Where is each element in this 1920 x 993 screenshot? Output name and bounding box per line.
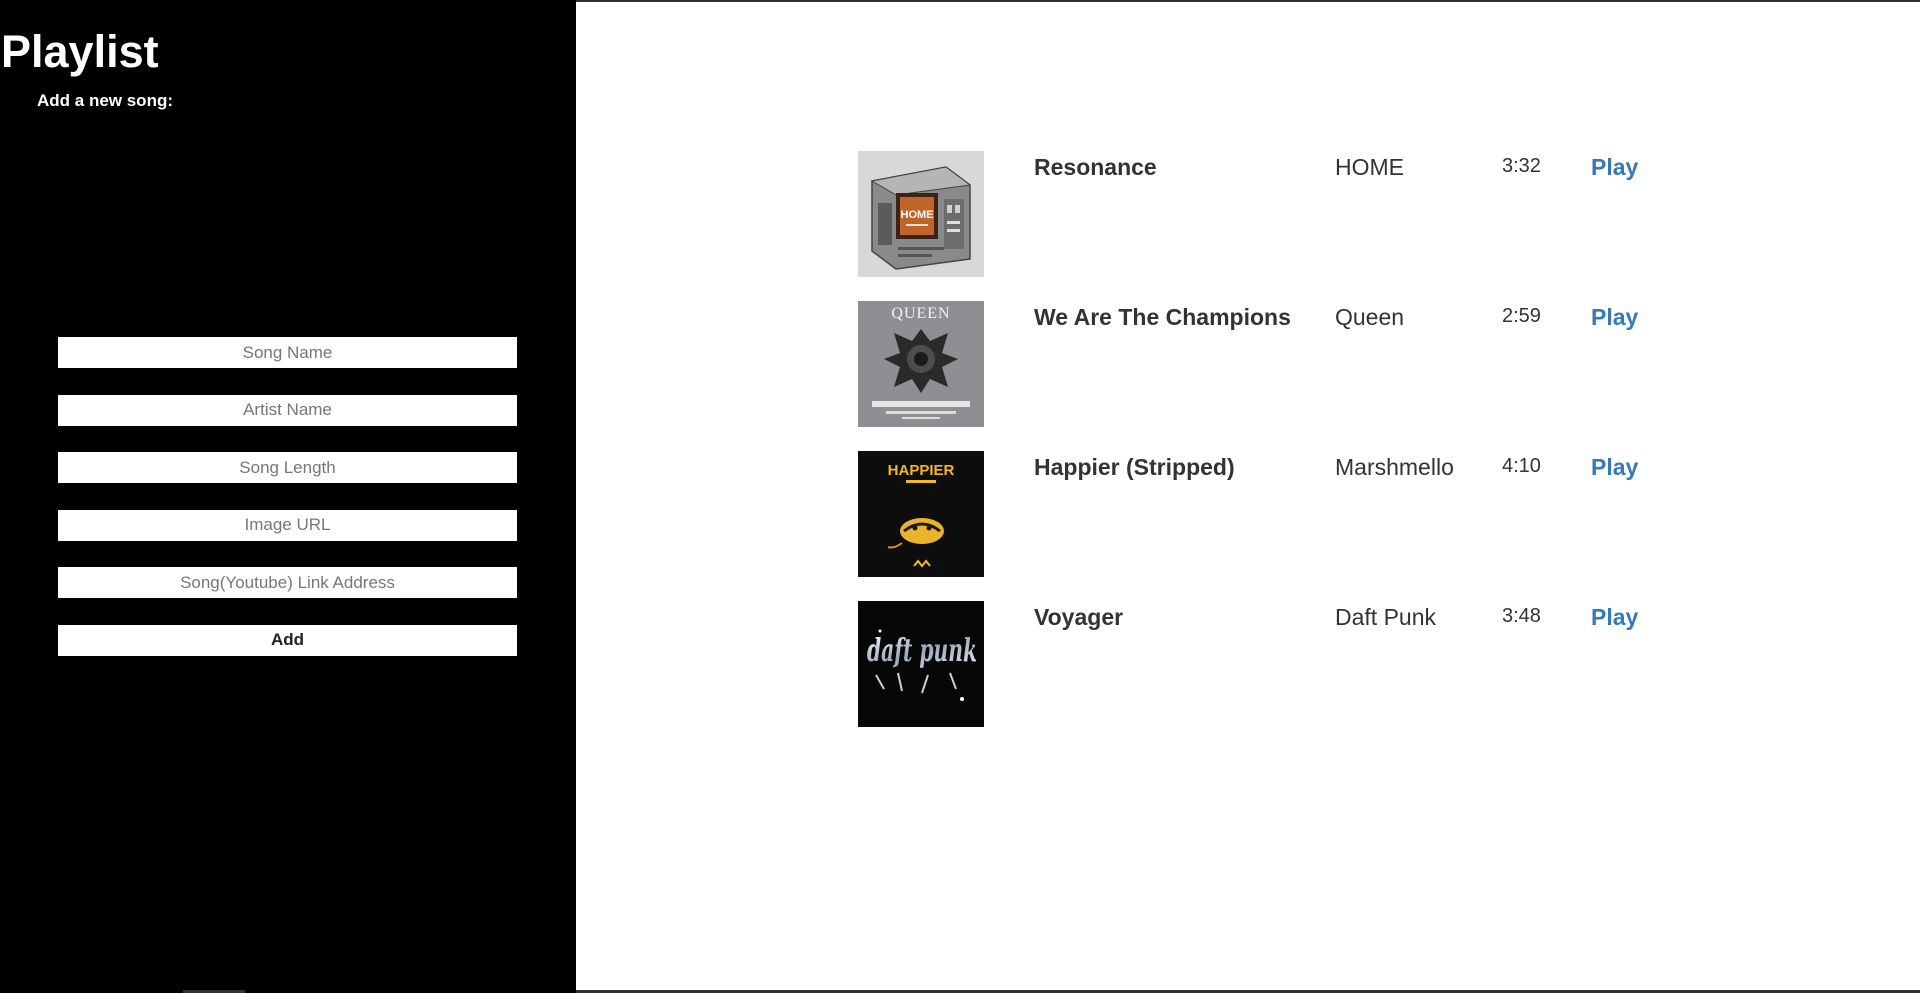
play-link[interactable]: Play [1591, 604, 1638, 631]
album-cover-image: HOME [858, 151, 984, 277]
song-row: daft punk Voyager Daft Punk 3:48 Play [858, 601, 1658, 751]
song-title: We Are The Champions [1034, 304, 1291, 330]
song-artist: HOME [1335, 154, 1404, 180]
song-length-input[interactable] [57, 451, 518, 484]
song-artist: Daft Punk [1335, 604, 1436, 630]
song-row: QUEEN We Are The Champions Queen 2:59 Pl… [858, 301, 1658, 451]
song-length: 3:48 [1502, 605, 1541, 627]
artist-name-input[interactable] [57, 393, 518, 427]
song-artist: Queen [1335, 304, 1405, 330]
play-link[interactable]: Play [1591, 154, 1638, 181]
page-title: Playlist [1, 26, 159, 77]
album-cover-image: HAPPIER [858, 451, 984, 577]
add-song-form: Add [57, 336, 518, 657]
add-button[interactable]: Add [57, 623, 518, 657]
page: Playlist Add a new song: Add [0, 0, 1920, 993]
song-length: 3:32 [1502, 155, 1541, 177]
song-link-input[interactable] [57, 566, 518, 599]
sidebar: Playlist Add a new song: Add [0, 0, 576, 993]
play-link[interactable]: Play [1591, 454, 1638, 481]
song-title: Happier (Stripped) [1034, 454, 1235, 480]
song-length: 2:59 [1502, 305, 1541, 327]
song-name-input[interactable] [57, 336, 518, 369]
album-cover-image: daft punk [858, 601, 984, 727]
album-cover-image: QUEEN [858, 301, 984, 427]
song-title: Resonance [1034, 154, 1157, 180]
form-heading: Add a new song: [37, 91, 173, 110]
song-row: HOME Resonance HOME 3:32 Play [858, 151, 1658, 301]
play-link[interactable]: Play [1591, 304, 1638, 331]
cover-text: HAPPIER [888, 462, 955, 479]
song-length: 4:10 [1502, 455, 1541, 477]
cover-text: HOME [901, 209, 934, 221]
song-title: Voyager [1034, 604, 1124, 630]
playlist: HOME Resonance HOME 3:32 Play QUEEN We A… [858, 151, 1658, 751]
image-url-input[interactable] [57, 508, 518, 542]
cover-text: QUEEN [891, 305, 950, 322]
song-row: HAPPIER Happier (Stripped) Marshmello 4:… [858, 451, 1658, 601]
cover-text: daft punk [867, 631, 977, 669]
song-artist: Marshmello [1335, 454, 1454, 480]
